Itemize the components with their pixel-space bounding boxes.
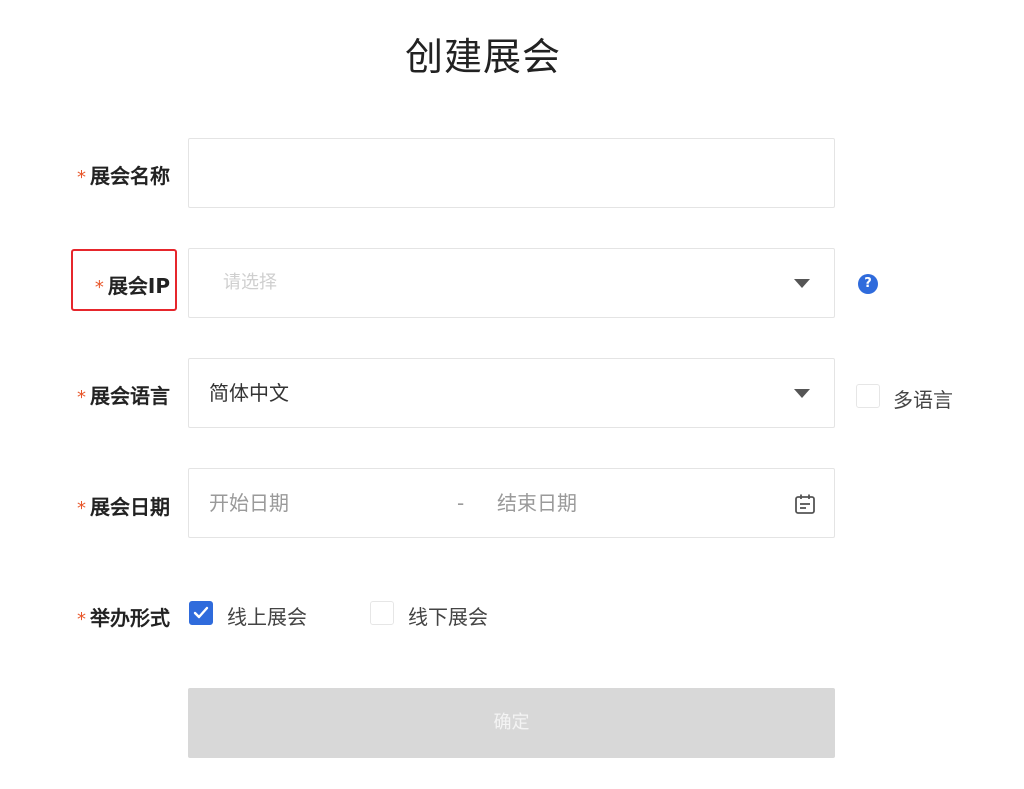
chevron-down-icon bbox=[794, 389, 810, 398]
exhibition-name-label-text: 展会名称 bbox=[90, 164, 170, 188]
check-icon bbox=[193, 606, 209, 619]
exhibition-language-select[interactable]: 简体中文 bbox=[188, 358, 835, 428]
calendar-icon[interactable] bbox=[794, 493, 816, 519]
page-title: 创建展会 bbox=[404, 35, 561, 79]
exhibition-language-label: * 展会语言 bbox=[56, 380, 170, 409]
exhibition-ip-label: * 展会IP bbox=[56, 270, 170, 299]
question-circle-icon[interactable]: ? bbox=[858, 274, 878, 294]
exhibition-format-label: * 举办形式 bbox=[56, 602, 170, 631]
exhibition-ip-label-text: 展会IP bbox=[107, 274, 170, 298]
exhibition-format-label-text: 举办形式 bbox=[90, 606, 170, 630]
exhibition-name-field[interactable] bbox=[188, 138, 835, 208]
required-mark: * bbox=[77, 498, 86, 519]
confirm-button[interactable]: 确定 bbox=[188, 688, 835, 758]
online-exhibition-label: 线上展会 bbox=[227, 605, 307, 629]
required-mark: * bbox=[77, 609, 86, 630]
required-mark: * bbox=[77, 167, 86, 188]
calendar-icon-svg bbox=[795, 494, 815, 514]
exhibition-date-label-text: 展会日期 bbox=[90, 495, 170, 519]
exhibition-date-range-picker[interactable]: 开始日期 - 结束日期 bbox=[188, 468, 835, 538]
exhibition-name-label: * 展会名称 bbox=[56, 160, 170, 189]
required-mark: * bbox=[94, 277, 104, 298]
chevron-down-icon bbox=[794, 279, 810, 288]
end-date-input[interactable]: 结束日期 bbox=[497, 469, 577, 537]
create-exhibition-page: 创建展会 * 展会名称 * 展会IP 请选择 ? * 展会语言 简体中文 多语言 * 展… bbox=[0, 0, 1024, 789]
exhibition-ip-placeholder: 请选择 bbox=[223, 272, 277, 293]
offline-exhibition-checkbox[interactable] bbox=[370, 601, 394, 625]
exhibition-language-value: 简体中文 bbox=[209, 381, 289, 405]
start-date-input[interactable]: 开始日期 bbox=[209, 469, 289, 537]
exhibition-ip-select[interactable]: 请选择 bbox=[188, 248, 835, 318]
exhibition-language-label-text: 展会语言 bbox=[90, 384, 170, 408]
date-separator: - bbox=[457, 491, 465, 515]
online-exhibition-checkbox[interactable] bbox=[189, 601, 213, 625]
exhibition-date-label: * 展会日期 bbox=[56, 491, 170, 520]
multi-language-checkbox[interactable] bbox=[856, 384, 880, 408]
exhibition-name-input[interactable] bbox=[189, 139, 834, 207]
multi-language-label: 多语言 bbox=[893, 388, 953, 412]
required-mark: * bbox=[77, 387, 86, 408]
offline-exhibition-label: 线下展会 bbox=[408, 605, 488, 629]
